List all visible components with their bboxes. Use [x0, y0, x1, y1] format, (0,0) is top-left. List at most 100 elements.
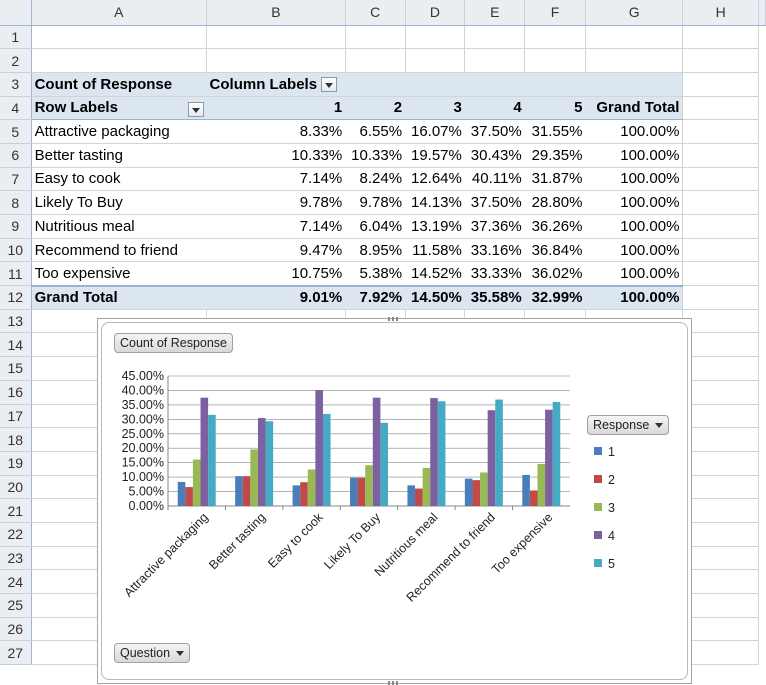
bar-5-series-2[interactable] — [472, 480, 481, 506]
pivot-value-cell[interactable]: 40.11% — [464, 167, 525, 192]
cell[interactable] — [682, 569, 759, 594]
row-labels-filter-button[interactable] — [187, 101, 204, 117]
cell[interactable] — [464, 48, 526, 73]
row-header-19[interactable]: 19 — [0, 451, 32, 476]
cell[interactable] — [682, 48, 759, 73]
column-header-b[interactable]: B — [206, 0, 346, 26]
pivot-value-cell[interactable]: 100.00% — [585, 261, 684, 287]
cell[interactable] — [682, 404, 759, 429]
bar-0-series-5[interactable] — [208, 414, 216, 506]
cell[interactable] — [405, 48, 466, 73]
row-header-9[interactable]: 9 — [0, 214, 32, 239]
pivot-value-cell[interactable]: 100.00% — [585, 143, 684, 168]
pivot-row-label[interactable]: Easy to cook — [31, 167, 207, 192]
row-header-15[interactable]: 15 — [0, 356, 32, 381]
pivot-value-cell[interactable]: 100.00% — [585, 238, 684, 263]
cell[interactable] — [682, 167, 759, 192]
bar-2-series-3[interactable] — [307, 469, 316, 506]
row-header-18[interactable]: 18 — [0, 427, 32, 452]
row-header-14[interactable]: 14 — [0, 332, 32, 358]
cell[interactable] — [345, 72, 406, 97]
pivot-grand-total-cell[interactable]: 9.01% — [206, 284, 346, 310]
pivot-value-cell[interactable]: 9.78% — [345, 190, 406, 215]
cell[interactable] — [585, 25, 684, 50]
cell[interactable] — [682, 96, 759, 121]
pivot-value-cell[interactable]: 37.50% — [464, 119, 525, 144]
pivot-value-cell[interactable]: 13.19% — [405, 214, 465, 239]
cell[interactable] — [682, 427, 759, 452]
column-header-d[interactable]: D — [405, 0, 466, 26]
pivot-row-labels[interactable]: Row Labels — [31, 96, 207, 121]
pivot-value-cell[interactable]: 36.26% — [524, 214, 586, 239]
row-header-23[interactable]: 23 — [0, 546, 32, 571]
row-header-22[interactable]: 22 — [0, 522, 32, 547]
bar-5-series-5[interactable] — [495, 399, 503, 506]
pivot-value-cell[interactable]: 33.16% — [464, 238, 525, 263]
pivot-value-cell[interactable]: 100.00% — [585, 190, 684, 215]
cell[interactable] — [31, 48, 208, 73]
row-header-25[interactable]: 25 — [0, 593, 32, 618]
row-header-6[interactable]: 6 — [0, 143, 32, 168]
bar-1-series-1[interactable] — [235, 476, 243, 506]
pivot-grand-total-cell[interactable]: 32.99% — [524, 284, 586, 310]
cell[interactable] — [345, 48, 406, 73]
bar-3-series-2[interactable] — [357, 477, 366, 506]
pivot-column-header[interactable]: 4 — [464, 96, 525, 121]
row-header-21[interactable]: 21 — [0, 498, 32, 523]
cell[interactable] — [682, 214, 759, 239]
pivot-value-cell[interactable]: 28.80% — [524, 190, 586, 215]
cell[interactable] — [524, 48, 586, 73]
bar-6-series-2[interactable] — [529, 490, 538, 506]
bar-4-series-4[interactable] — [430, 398, 438, 506]
row-header-16[interactable]: 16 — [0, 380, 32, 405]
pivot-value-cell[interactable]: 16.07% — [405, 119, 465, 144]
row-header-12[interactable]: 12 — [0, 285, 32, 310]
pivot-value-cell[interactable]: 30.43% — [464, 143, 525, 168]
cell[interactable] — [682, 356, 759, 381]
cell[interactable] — [682, 72, 759, 97]
row-header-8[interactable]: 8 — [0, 190, 32, 215]
cell[interactable] — [682, 190, 759, 215]
pivot-grand-total-cell[interactable]: 7.92% — [345, 284, 406, 310]
column-header-c[interactable]: C — [345, 0, 406, 26]
cell[interactable] — [585, 48, 684, 73]
pivot-row-label[interactable]: Too expensive — [31, 261, 207, 287]
row-header-1[interactable]: 1 — [0, 25, 32, 50]
pivot-value-cell[interactable]: 37.50% — [464, 190, 525, 215]
pivot-grand-total-cell[interactable]: 35.58% — [464, 284, 525, 310]
pivot-row-label[interactable]: Likely To Buy — [31, 190, 207, 215]
pivot-column-header[interactable]: 3 — [405, 96, 465, 121]
pivot-value-field-label[interactable]: Count of Response — [31, 72, 207, 97]
bar-3-series-1[interactable] — [350, 477, 358, 506]
bar-6-series-4[interactable] — [545, 409, 553, 506]
bar-3-series-5[interactable] — [380, 422, 388, 506]
pivot-value-cell[interactable]: 33.33% — [464, 261, 525, 287]
bar-4-series-3[interactable] — [422, 467, 431, 506]
column-header-h[interactable]: H — [682, 0, 759, 26]
bar-6-series-1[interactable] — [522, 474, 530, 506]
bar-5-series-3[interactable] — [480, 472, 488, 506]
cell[interactable] — [682, 119, 759, 144]
bar-2-series-4[interactable] — [315, 390, 323, 506]
pivot-column-header[interactable]: 1 — [206, 96, 346, 121]
pivot-grand-total-cell[interactable]: 100.00% — [585, 284, 684, 310]
pivot-column-labels[interactable]: Column Labels — [206, 72, 346, 97]
pivot-value-cell[interactable]: 100.00% — [585, 119, 684, 144]
pivot-value-cell[interactable]: 19.57% — [405, 143, 465, 168]
row-header-13[interactable]: 13 — [0, 309, 32, 334]
cell[interactable] — [585, 72, 684, 97]
column-header-g[interactable]: G — [585, 0, 684, 26]
bar-4-series-5[interactable] — [437, 401, 446, 506]
pivot-value-cell[interactable]: 7.14% — [206, 214, 346, 239]
cell[interactable] — [206, 48, 346, 73]
bar-3-series-4[interactable] — [372, 397, 381, 506]
pivot-value-cell[interactable]: 10.33% — [206, 143, 346, 168]
cell[interactable] — [682, 451, 759, 476]
pivot-value-cell[interactable]: 8.33% — [206, 119, 346, 144]
bar-2-series-5[interactable] — [322, 413, 331, 506]
row-header-24[interactable]: 24 — [0, 569, 32, 594]
pivot-value-cell[interactable]: 31.55% — [524, 119, 586, 144]
pivot-value-cell[interactable]: 7.14% — [206, 167, 346, 192]
cell[interactable] — [682, 238, 759, 263]
pivot-value-cell[interactable]: 10.75% — [206, 261, 346, 287]
